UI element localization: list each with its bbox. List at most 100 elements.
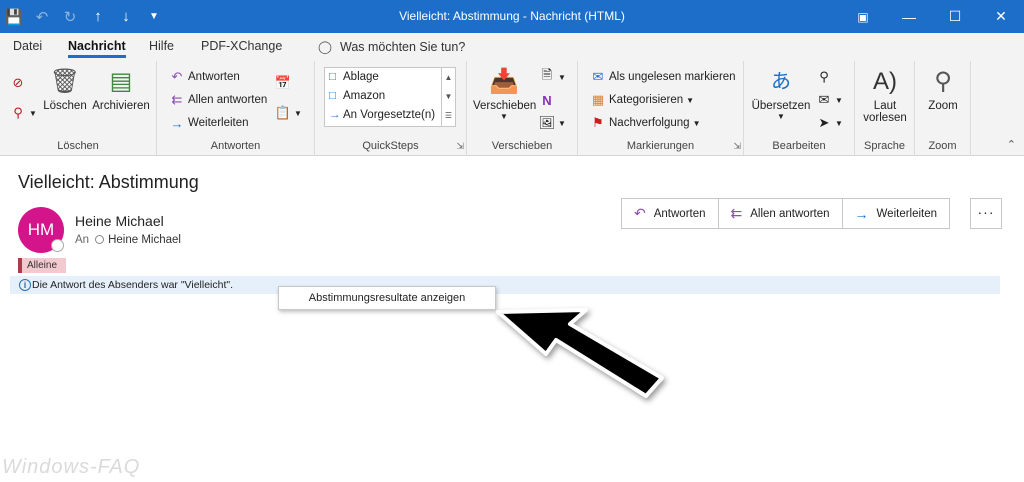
- translate-icon: あ: [771, 71, 791, 93]
- more-respond-icon: 📋: [274, 105, 292, 120]
- ribbon-reply-all-button[interactable]: ⇇ Allen antworten: [169, 92, 268, 108]
- quickstep-amazon[interactable]: □ Amazon: [325, 87, 455, 106]
- archive-label: Archivieren: [92, 100, 150, 112]
- reply-icon: ↶: [634, 205, 646, 221]
- onenote-button[interactable]: N: [539, 92, 558, 108]
- info-text: Die Antwort des Absenders war "Vielleich…: [32, 279, 234, 291]
- mark-unread-label: Als ungelesen markieren: [609, 71, 736, 83]
- presence-icon: [51, 239, 64, 252]
- ribbon-forward-button[interactable]: → Weiterleiten: [169, 115, 249, 131]
- scroll-up-icon[interactable]: ▲: [442, 68, 455, 87]
- followup-label: Nachverfolgung: [609, 117, 690, 129]
- folder-icon: □: [329, 71, 336, 83]
- recipient-name[interactable]: Heine Michael: [108, 234, 181, 246]
- group-bearbeiten: あ Übersetzen ▼ ⚲ ✉ ▼ ➤ ▼ Bearbeiten: [744, 61, 855, 155]
- onenote-icon: N: [542, 92, 552, 108]
- group-markierungen: ✉ Als ungelesen markieren ▦ Kategorisieren…: [578, 61, 744, 155]
- read-aloud-button[interactable]: A) Laut vorlesen: [859, 67, 911, 124]
- quickstep-label: An Vorgesetzte(n): [343, 109, 436, 121]
- tell-me-search[interactable]: ◯ Was möchten Sie tun?: [318, 39, 465, 54]
- reply-icon: ↶: [171, 69, 183, 84]
- delete-button[interactable]: 🗑 Löschen: [42, 67, 88, 112]
- minimize-icon[interactable]: —: [886, 0, 932, 33]
- translate-label: Übersetzen: [751, 100, 811, 112]
- close-icon[interactable]: ✕: [978, 0, 1024, 33]
- reply-label: Antworten: [653, 207, 706, 220]
- to-label: An: [75, 234, 90, 246]
- dialog-launcher-icon[interactable]: ⇲: [733, 141, 741, 152]
- voting-results-menu-item[interactable]: Abstimmungsresultate anzeigen: [278, 286, 496, 310]
- categorize-button[interactable]: ▦ Kategorisieren ▼: [590, 92, 694, 108]
- archive-button[interactable]: ▤ Archivieren: [90, 67, 152, 112]
- ribbon: ⊘ ⚲ ▼ 🗑 Löschen ▤ Archivieren Löschen ↶ An…: [0, 61, 1024, 156]
- tab-nachricht[interactable]: Nachricht: [68, 39, 126, 58]
- group-antworten: ↶ Antworten ⇇ Allen antworten → Weiterleite…: [157, 61, 315, 155]
- related-icon: ✉: [818, 92, 830, 107]
- group-label-quicksteps: QuickSteps: [362, 140, 419, 152]
- scroll-down-icon[interactable]: ▼: [442, 87, 455, 106]
- meeting-button[interactable]: 📅: [275, 75, 294, 91]
- actions-button[interactable]: 🖼 ▼: [539, 115, 566, 131]
- envelope-icon: ✉: [592, 69, 604, 84]
- rules-button[interactable]: 🗎 ▼: [539, 67, 566, 85]
- related-button[interactable]: ✉ ▼: [816, 92, 843, 108]
- folder-icon: □: [329, 90, 336, 102]
- sender-name[interactable]: Heine Michael: [75, 213, 164, 229]
- recipient-line: An Heine Michael: [75, 234, 181, 246]
- find-button[interactable]: ⚲: [816, 69, 835, 85]
- group-label-markierungen: Markierungen: [626, 140, 695, 152]
- categorize-icon: ▦: [591, 92, 605, 107]
- flag-icon: ⚑: [592, 115, 604, 130]
- group-label-bearbeiten: Bearbeiten: [772, 140, 826, 152]
- group-zoom: ⚲ Zoom Zoom: [915, 61, 971, 155]
- group-label-loeschen: Löschen: [57, 140, 99, 152]
- quickstep-ablage[interactable]: □ Ablage: [325, 68, 455, 87]
- quicksteps-gallery: □ Ablage □ Amazon → An Vorgesetzte(n) ▲ ▼ ☰: [324, 67, 456, 127]
- ribbon-display-icon[interactable]: ▣: [840, 0, 886, 33]
- quickstep-vorgesetzte[interactable]: → An Vorgesetzte(n): [325, 106, 455, 125]
- quickstep-label: Ablage: [343, 71, 379, 83]
- group-label-antworten: Antworten: [210, 140, 261, 152]
- group-verschieben: 📥 Verschieben ▼ 🗎 ▼ N 🖼 ▼ Verschieben: [467, 61, 578, 155]
- junk-icon: ⚲: [13, 105, 23, 120]
- mark-unread-button[interactable]: ✉ Als ungelesen markieren: [590, 69, 736, 85]
- read-aloud-icon: A): [873, 68, 897, 95]
- followup-button[interactable]: ⚑ Nachverfolgung ▼: [590, 115, 700, 131]
- reply-all-icon: ⇇: [171, 92, 183, 107]
- tab-hilfe[interactable]: Hilfe: [149, 39, 174, 53]
- categorize-label: Kategorisieren: [609, 94, 684, 106]
- forward-button[interactable]: → Weiterleiten: [843, 199, 950, 228]
- info-icon: i: [19, 279, 31, 291]
- zoom-label: Zoom: [928, 100, 958, 112]
- select-button[interactable]: ➤ ▼: [816, 115, 843, 131]
- dialog-launcher-icon[interactable]: ⇲: [456, 141, 464, 152]
- more-actions-button[interactable]: ···: [970, 198, 1002, 229]
- meeting-icon: 📅: [274, 75, 292, 90]
- zoom-button[interactable]: ⚲ Zoom: [919, 67, 967, 112]
- read-aloud-label-2: vorlesen: [863, 112, 907, 124]
- maximize-icon[interactable]: ☐: [932, 0, 978, 33]
- reply-button[interactable]: ↶ Antworten: [622, 199, 719, 228]
- junk-button[interactable]: ⚲ ▼: [10, 105, 37, 121]
- window-controls: ▣ — ☐ ✕: [840, 0, 1024, 33]
- cursor-icon: ➤: [818, 115, 830, 130]
- forward-icon: →: [854, 205, 869, 222]
- group-loeschen: ⊘ ⚲ ▼ 🗑 Löschen ▤ Archivieren Löschen: [0, 61, 157, 155]
- ribbon-reply-button[interactable]: ↶ Antworten: [169, 69, 240, 85]
- archive-icon: ▤: [109, 68, 133, 95]
- category-badge[interactable]: Alleine: [18, 258, 66, 273]
- translate-button[interactable]: あ Übersetzen ▼: [750, 67, 812, 121]
- collapse-ribbon-icon[interactable]: ⌃: [1007, 138, 1016, 151]
- expand-gallery-icon[interactable]: ☰: [442, 106, 455, 125]
- more-respond-button[interactable]: 📋 ▼: [275, 105, 302, 121]
- quicksteps-scroll[interactable]: ▲ ▼ ☰: [441, 68, 455, 126]
- move-button[interactable]: 📥 Verschieben ▼: [473, 67, 537, 121]
- tab-datei[interactable]: Datei: [13, 39, 42, 53]
- move-label: Verschieben: [473, 100, 537, 112]
- tab-pdf-xchange[interactable]: PDF-XChange: [201, 39, 282, 53]
- reply-actions: ↶ Antworten ⇇ Allen antworten → Weiterleite…: [621, 198, 951, 229]
- reply-all-button[interactable]: ⇇ Allen antworten: [719, 199, 843, 228]
- reply-all-icon: ⇇: [730, 205, 743, 221]
- ignore-button[interactable]: ⊘: [10, 75, 29, 91]
- pointer-arrow-icon: [496, 308, 664, 398]
